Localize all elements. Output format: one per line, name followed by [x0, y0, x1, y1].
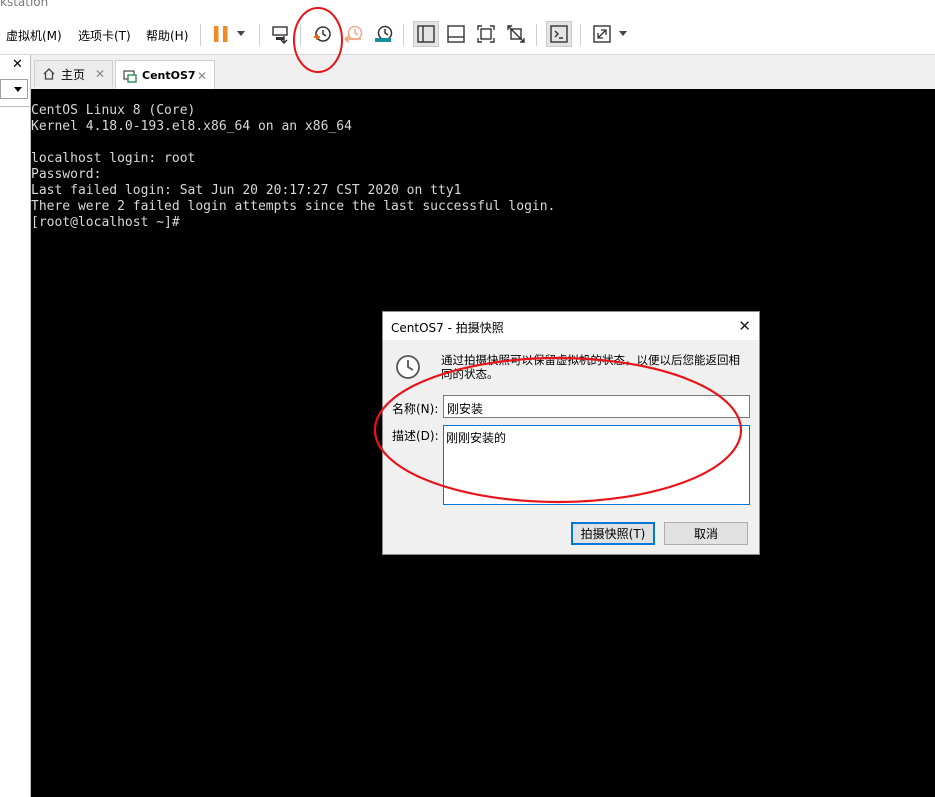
- console-view-icon: [550, 25, 568, 43]
- tab-centos7-close-icon[interactable]: ✕: [197, 69, 207, 83]
- dialog-titlebar: CentOS7 - 拍摄快照 ✕: [383, 312, 759, 340]
- console-line: CentOS Linux 8 (Core): [31, 103, 196, 118]
- toolbar-divider: [580, 24, 581, 46]
- home-icon: [42, 67, 56, 81]
- library-panel: ✕: [0, 55, 31, 797]
- toolbar: 虚拟机(M) 选项卡(T) 帮助(H): [0, 16, 935, 55]
- sidebar-view-icon: [417, 25, 435, 43]
- stretch-dropdown-caret[interactable]: [619, 31, 627, 36]
- snapshot-manager-icon: [375, 25, 393, 42]
- unity-icon: [507, 25, 525, 43]
- console-prompt: [root@localhost ~]#: [31, 215, 180, 230]
- name-label: 名称(N):: [392, 402, 439, 416]
- console-line: Kernel 4.18.0-193.el8.x86_64 on an x86_6…: [31, 119, 352, 134]
- cancel-button[interactable]: 取消: [664, 522, 748, 545]
- clock-icon: [396, 355, 420, 379]
- console-line: Password:: [31, 167, 102, 182]
- fullscreen-button[interactable]: [473, 21, 499, 47]
- take-snapshot-icon: [314, 26, 331, 42]
- thumbnail-view-icon: [447, 25, 465, 43]
- pause-dropdown-caret[interactable]: [237, 31, 245, 36]
- tab-home[interactable]: 主页 ✕: [34, 60, 113, 87]
- dialog-title: CentOS7 - 拍摄快照: [391, 321, 504, 335]
- send-ctrl-alt-del-button[interactable]: [267, 21, 293, 47]
- tab-centos7[interactable]: CentOS7 ✕: [115, 60, 215, 90]
- toolbar-divider: [200, 24, 201, 46]
- window-titlebar: kstation: [0, 0, 935, 16]
- snapshot-name-input[interactable]: 刚安装: [443, 395, 750, 418]
- tab-home-label: 主页: [61, 67, 86, 82]
- console-view-button[interactable]: [546, 21, 572, 47]
- pause-icon: [214, 26, 228, 42]
- fullscreen-icon: [477, 25, 495, 43]
- menu-vm[interactable]: 虚拟机(M): [6, 27, 62, 44]
- vm-icon: [123, 69, 137, 83]
- send-ctrl-alt-del-icon: [272, 26, 288, 44]
- snapshot-description-input[interactable]: 刚刚安装的: [443, 425, 750, 505]
- stretch-view-button[interactable]: [589, 21, 615, 47]
- take-snapshot-button[interactable]: [309, 21, 335, 47]
- tab-strip: 主页 ✕ CentOS7 ✕: [31, 55, 935, 90]
- snapshot-manager-button[interactable]: [370, 21, 396, 47]
- revert-snapshot-button[interactable]: [340, 21, 366, 47]
- take-snapshot-dialog: CentOS7 - 拍摄快照 ✕ 通过拍摄快照可以保留虚拟机的状态，以便以后您能…: [382, 311, 760, 555]
- take-snapshot-confirm-button[interactable]: 拍摄快照(T): [571, 522, 655, 545]
- sidebar-view-button[interactable]: [413, 21, 439, 47]
- toolbar-divider: [259, 24, 260, 46]
- chevron-down-icon: [14, 87, 22, 92]
- window-title: kstation: [0, 0, 49, 9]
- close-library-icon[interactable]: ✕: [12, 57, 23, 72]
- dialog-close-icon[interactable]: ✕: [738, 317, 751, 335]
- menu-tabs[interactable]: 选项卡(T): [78, 27, 131, 44]
- pause-button[interactable]: [208, 21, 234, 47]
- revert-snapshot-icon: [344, 25, 363, 43]
- library-dropdown[interactable]: [0, 79, 28, 99]
- console-line: localhost login: root: [31, 151, 196, 166]
- toolbar-divider: [300, 24, 301, 46]
- unity-button[interactable]: [503, 21, 529, 47]
- library-divider: [0, 106, 30, 107]
- toolbar-divider: [403, 24, 404, 46]
- stretch-view-icon: [593, 25, 611, 43]
- toolbar-divider: [536, 24, 537, 46]
- menu-help[interactable]: 帮助(H): [146, 27, 188, 44]
- tab-centos7-label: CentOS7: [142, 69, 196, 82]
- description-label: 描述(D):: [392, 429, 439, 443]
- dialog-info-text: 通过拍摄快照可以保留虚拟机的状态，以便以后您能返回相同的状态。: [441, 353, 740, 381]
- console-line: Last failed login: Sat Jun 20 20:17:27 C…: [31, 183, 462, 198]
- thumbnail-view-button[interactable]: [443, 21, 469, 47]
- tab-home-close-icon[interactable]: ✕: [95, 67, 105, 81]
- console-line: There were 2 failed login attempts since…: [31, 199, 556, 214]
